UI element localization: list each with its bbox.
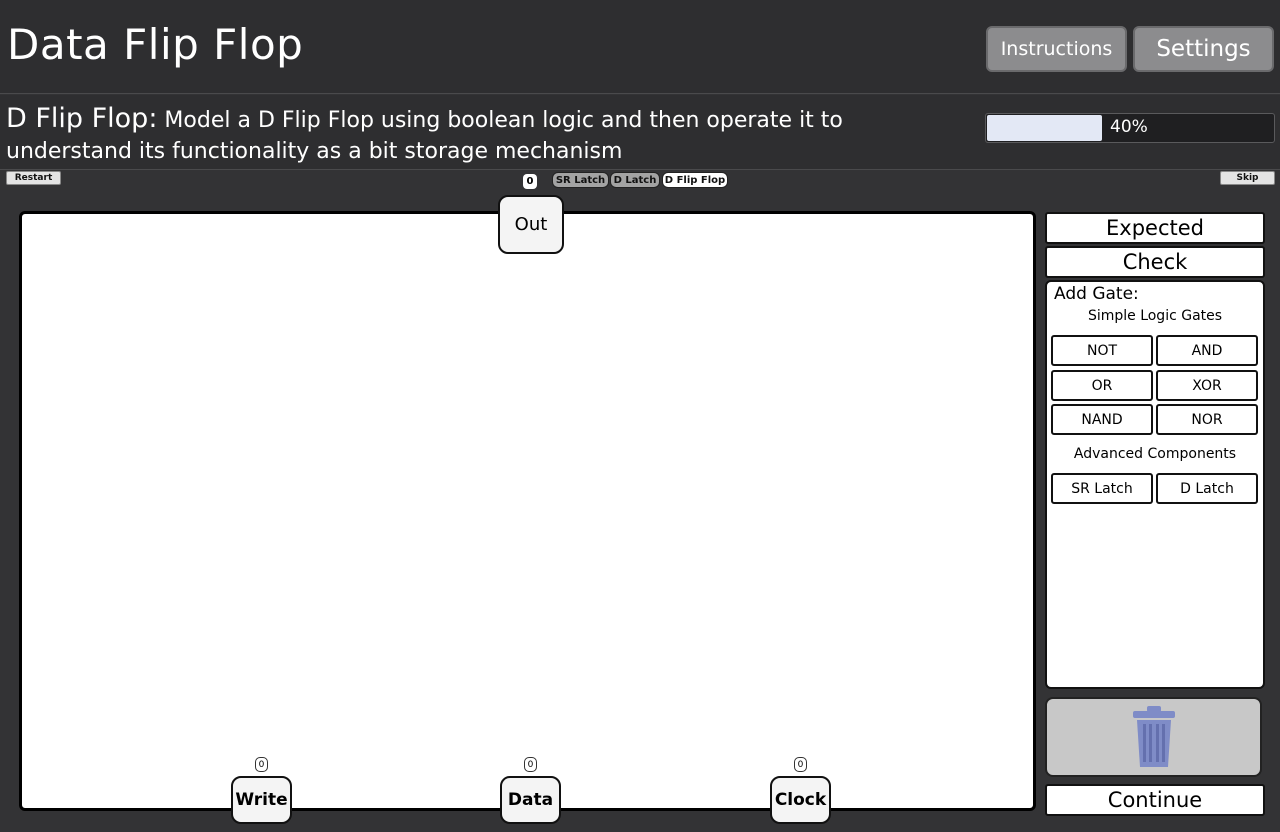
app-header: Data Flip Flop Instructions Settings <box>0 0 1280 94</box>
progress-label: 40% <box>1110 117 1148 137</box>
circuit-canvas[interactable] <box>19 211 1036 811</box>
gate-not-button[interactable]: NOT <box>1051 335 1153 366</box>
task-bar: D Flip Flop: Model a D Flip Flop using b… <box>0 95 1280 170</box>
tab-d-latch[interactable]: D Latch <box>610 172 660 188</box>
input-node-clock[interactable]: Clock <box>770 776 831 824</box>
gate-sr-latch-button[interactable]: SR Latch <box>1051 473 1153 504</box>
input-value-write: 0 <box>255 757 268 772</box>
input-value-data: 0 <box>524 757 537 772</box>
expected-button[interactable]: Expected <box>1045 212 1265 244</box>
task-description-block: D Flip Flop: Model a D Flip Flop using b… <box>6 103 866 167</box>
gate-xor-button[interactable]: XOR <box>1156 370 1258 401</box>
settings-button[interactable]: Settings <box>1133 26 1274 72</box>
input-node-write[interactable]: Write <box>231 776 292 824</box>
level-counter: 0 <box>523 174 537 189</box>
gate-d-latch-button[interactable]: D Latch <box>1156 473 1258 504</box>
gate-or-button[interactable]: OR <box>1051 370 1153 401</box>
instructions-button[interactable]: Instructions <box>986 26 1127 72</box>
app-title: Data Flip Flop <box>7 20 304 69</box>
gate-nand-button[interactable]: NAND <box>1051 404 1153 435</box>
progress-bar: 40% <box>985 113 1275 143</box>
simple-gates-title: Simple Logic Gates <box>1087 308 1223 324</box>
input-value-clock: 0 <box>794 757 807 772</box>
check-button[interactable]: Check <box>1045 246 1265 278</box>
trash-drop-zone[interactable] <box>1045 697 1262 777</box>
tab-sr-latch[interactable]: SR Latch <box>552 172 609 188</box>
advanced-components-title: Advanced Components <box>1073 446 1237 462</box>
gate-and-button[interactable]: AND <box>1156 335 1258 366</box>
restart-button[interactable]: Restart <box>6 171 61 185</box>
progress-fill <box>987 115 1103 141</box>
continue-button[interactable]: Continue <box>1045 784 1265 816</box>
add-gate-panel: Add Gate: Simple Logic Gates NOT AND OR … <box>1045 280 1265 689</box>
task-name: D Flip Flop: <box>6 103 158 134</box>
trash-icon <box>1132 706 1175 767</box>
add-gate-title: Add Gate: <box>1054 284 1139 304</box>
gate-nor-button[interactable]: NOR <box>1156 404 1258 435</box>
input-node-data[interactable]: Data <box>500 776 561 824</box>
output-node-out[interactable]: Out <box>498 195 564 254</box>
tab-d-flip-flop[interactable]: D Flip Flop <box>662 172 728 188</box>
skip-button[interactable]: Skip <box>1220 171 1275 185</box>
